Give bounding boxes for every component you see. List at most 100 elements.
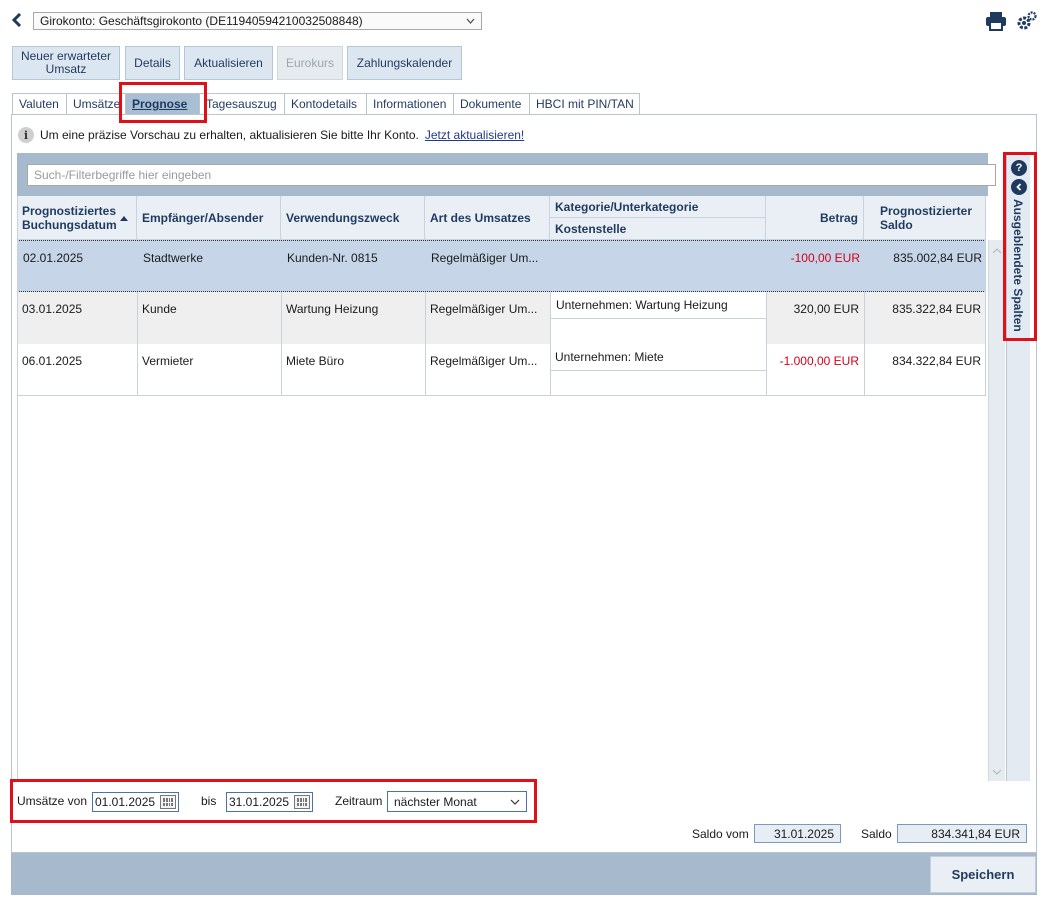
eurokurs-button: Eurokurs xyxy=(277,46,343,80)
forecast-table: Prognostiziertes Buchungsdatum Empfänger… xyxy=(17,196,988,781)
cell-category: Unternehmen: Wartung Heizung xyxy=(550,292,766,318)
cell-date: 06.01.2025 xyxy=(22,354,83,368)
from-date-value: 01.01.2025 xyxy=(95,795,156,809)
header-purpose-label: Verwendungszweck xyxy=(286,210,400,225)
cell-date: 02.01.2025 xyxy=(23,251,84,265)
grid-line xyxy=(985,240,986,396)
chevron-left-icon xyxy=(11,13,22,27)
range-select[interactable]: nächster Monat xyxy=(387,791,527,812)
back-button[interactable] xyxy=(8,10,26,30)
saldo-date-value: 31.01.2025 xyxy=(754,824,841,843)
grid-line xyxy=(425,292,426,396)
header-cost-center[interactable]: Kostenstelle xyxy=(550,218,766,240)
cell-purpose: Miete Büro xyxy=(286,354,345,368)
help-icon[interactable]: ? xyxy=(1011,160,1027,176)
scroll-down-icon xyxy=(993,770,1001,775)
header-type-label: Art des Umsatzes xyxy=(430,210,531,225)
info-icon: i xyxy=(18,127,34,143)
tab-prognose[interactable]: Prognose xyxy=(125,93,200,114)
gear-icon xyxy=(1017,11,1037,30)
refresh-label: Aktualisieren xyxy=(194,55,263,70)
refresh-now-link[interactable]: Jetzt aktualisieren! xyxy=(425,128,524,142)
printer-icon xyxy=(986,12,1006,31)
grid-line xyxy=(17,395,986,396)
new-expected-transaction-button[interactable]: Neuer erwarteter Umsatz xyxy=(12,46,120,80)
header-amount[interactable]: Betrag xyxy=(766,196,864,240)
saldo-date-label: Saldo vom xyxy=(692,827,749,841)
cell-balance: 834.322,84 EUR xyxy=(892,354,981,368)
payment-calendar-label: Zahlungskalender xyxy=(356,55,453,70)
table-row[interactable]: 02.01.2025 Stadtwerke Kunden-Nr. 0815 Re… xyxy=(17,240,986,292)
to-date-value: 31.01.2025 xyxy=(229,795,290,809)
table-row[interactable]: 06.01.2025 Vermieter Miete Büro Regelmäß… xyxy=(17,344,986,396)
calendar-icon[interactable] xyxy=(294,795,310,809)
cell-type: Regelmäßiger Um... xyxy=(431,251,539,265)
vertical-scrollbar[interactable] xyxy=(988,240,1005,781)
header-category[interactable]: Kategorie/Unterkategorie xyxy=(550,196,766,218)
header-type[interactable]: Art des Umsatzes xyxy=(425,196,550,240)
grid-line xyxy=(137,292,138,396)
scroll-up-icon xyxy=(993,248,1001,253)
cell-date: 03.01.2025 xyxy=(22,302,83,316)
chevron-down-icon xyxy=(510,799,520,805)
settings-button[interactable] xyxy=(1015,10,1039,32)
cell-cost-center xyxy=(550,318,766,344)
grid-line xyxy=(17,196,18,781)
tab-kontodetails[interactable]: Kontodetails xyxy=(284,93,367,114)
table-row[interactable]: 03.01.2025 Kunde Wartung Heizung Regelmä… xyxy=(17,292,986,344)
filter-input[interactable] xyxy=(27,164,996,186)
print-button[interactable] xyxy=(984,10,1008,32)
cell-partner: Vermieter xyxy=(142,354,194,368)
account-select-value: Girokonto: Geschäftsgirokonto (DE1194059… xyxy=(40,14,363,28)
cell-balance: 835.002,84 EUR xyxy=(893,251,982,265)
tab-dokumente[interactable]: Dokumente xyxy=(453,93,530,114)
calendar-icon[interactable] xyxy=(160,795,176,809)
account-select[interactable]: Girokonto: Geschäftsgirokonto (DE1194059… xyxy=(33,12,482,30)
cell-partner: Kunde xyxy=(142,302,177,316)
header-purpose[interactable]: Verwendungszweck xyxy=(281,196,425,240)
sort-asc-icon xyxy=(120,215,128,221)
header-amount-label: Betrag xyxy=(819,210,858,225)
cell-balance: 835.322,84 EUR xyxy=(892,302,981,316)
header-partner[interactable]: Empfänger/Absender xyxy=(137,196,281,240)
details-button[interactable]: Details xyxy=(125,46,180,80)
tab-valuten[interactable]: Valuten xyxy=(12,93,67,114)
cell-purpose: Wartung Heizung xyxy=(286,302,379,316)
grid-line xyxy=(281,292,282,396)
tab-tagesauszug[interactable]: Tagesauszug xyxy=(199,93,285,114)
header-date-label: Prognostiziertes Buchungsdatum xyxy=(22,203,117,232)
tab-bar: Valuten Umsätze Prognose Tagesauszug Kon… xyxy=(12,93,640,114)
chevron-left-icon[interactable] xyxy=(1011,179,1027,195)
cell-category: Unternehmen: Miete xyxy=(555,350,664,364)
cell-amount: -100,00 EUR xyxy=(790,251,860,265)
grid-line xyxy=(864,292,865,396)
cell-purpose: Kunden-Nr. 0815 xyxy=(287,251,378,265)
from-date-input[interactable]: 01.01.2025 xyxy=(92,792,179,812)
range-select-value: nächster Monat xyxy=(394,794,477,809)
header-partner-label: Empfänger/Absender xyxy=(142,210,264,225)
cell-partner: Stadtwerke xyxy=(143,251,204,265)
to-date-input[interactable]: 31.01.2025 xyxy=(226,792,313,812)
refresh-button[interactable]: Aktualisieren xyxy=(184,46,273,80)
from-label: Umsätze von xyxy=(17,794,88,808)
header-date[interactable]: Prognostiziertes Buchungsdatum xyxy=(17,196,137,240)
header-balance[interactable]: Prognostizierter Saldo xyxy=(864,196,986,240)
save-button[interactable]: Speichern xyxy=(930,856,1036,893)
to-label: bis xyxy=(201,794,217,808)
tab-hbci[interactable]: HBCI mit PIN/TAN xyxy=(529,93,640,114)
cell-amount: 320,00 EUR xyxy=(793,302,859,316)
chevron-down-icon xyxy=(466,18,475,24)
cell-amount: -1.000,00 EUR xyxy=(779,354,859,368)
details-label: Details xyxy=(134,55,171,70)
header-category-label: Kategorie/Unterkategorie xyxy=(555,199,699,214)
saldo-label: Saldo xyxy=(861,827,892,841)
hidden-columns-toggle[interactable]: Ausgeblendete Spalten xyxy=(1011,199,1025,332)
tab-umsaetze[interactable]: Umsätze xyxy=(66,93,126,114)
payment-calendar-button[interactable]: Zahlungskalender xyxy=(347,46,462,80)
tab-informationen[interactable]: Informationen xyxy=(366,93,454,114)
header-balance-label: Prognostizierter Saldo xyxy=(880,203,973,232)
cell-cost-center xyxy=(550,370,766,396)
header-cost-center-label: Kostenstelle xyxy=(555,221,627,236)
eurokurs-label: Eurokurs xyxy=(285,55,335,70)
cell-type: Regelmäßiger Um... xyxy=(430,354,538,368)
